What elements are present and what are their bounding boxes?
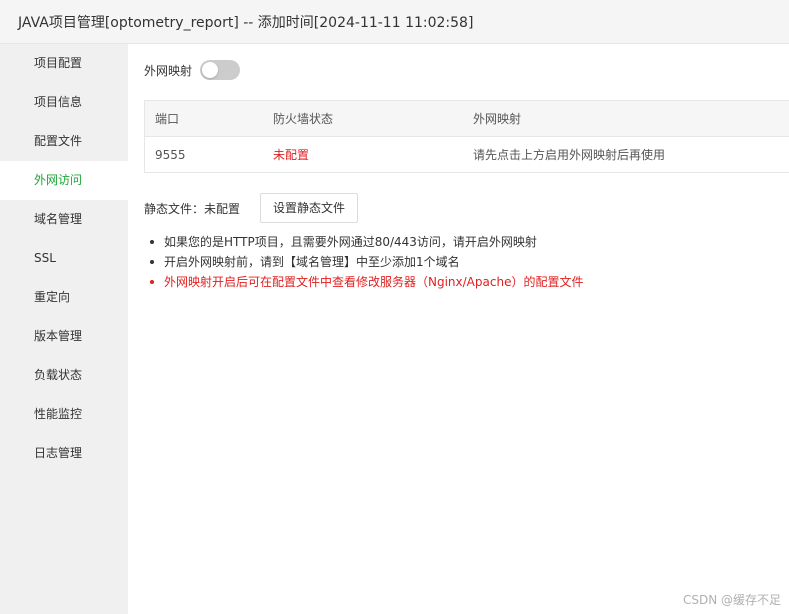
table-header: 端口 防火墙状态 外网映射 xyxy=(145,101,789,137)
sidebar: 项目配置 项目信息 配置文件 外网访问 域名管理 SSL 重定向 版本管理 负载… xyxy=(0,44,128,614)
cell-firewall-status: 未配置 xyxy=(273,148,310,162)
main-panel: 外网映射 端口 防火墙状态 外网映射 9555 未配置 请先点击上方启用外网映射… xyxy=(128,44,789,614)
set-static-files-button[interactable]: 设置静态文件 xyxy=(260,193,359,223)
external-mapping-toggle-row: 外网映射 xyxy=(144,60,241,80)
cell-mapping-hint: 请先点击上方启用外网映射后再使用 xyxy=(473,148,666,162)
list-item: 外网映射开启后可在配置文件中查看修改服务器（Nginx/Apache）的配置文件 xyxy=(148,272,583,292)
watermark: CSDN @缓存不足 xyxy=(682,593,781,607)
cell-port: 9555 xyxy=(155,147,186,162)
sidebar-item-redirect[interactable]: 重定向 xyxy=(0,278,128,317)
sidebar-item-log-management[interactable]: 日志管理 xyxy=(0,434,128,473)
sidebar-item-version-management[interactable]: 版本管理 xyxy=(0,317,128,356)
switch-knob xyxy=(202,62,219,78)
sidebar-item-load-status[interactable]: 负载状态 xyxy=(0,356,128,395)
column-header-port: 端口 xyxy=(155,112,180,126)
sidebar-item-ssl[interactable]: SSL xyxy=(0,239,128,278)
static-files-label: 静态文件：未配置 xyxy=(144,201,241,216)
table-row: 9555 未配置 请先点击上方启用外网映射后再使用 xyxy=(145,137,789,172)
sidebar-item-performance-monitor[interactable]: 性能监控 xyxy=(0,395,128,434)
sidebar-item-external-access[interactable]: 外网访问 xyxy=(0,161,128,200)
sidebar-item-project-info[interactable]: 项目信息 xyxy=(0,83,128,122)
external-mapping-switch[interactable] xyxy=(200,60,241,80)
column-header-firewall: 防火墙状态 xyxy=(273,112,334,126)
static-files-row: 静态文件：未配置 设置静态文件 xyxy=(144,193,359,223)
window-title: JAVA项目管理[optometry_report] -- 添加时间[2024-… xyxy=(0,0,789,44)
notes-list: 如果您的是HTTP项目，且需要外网通过80/443访问，请开启外网映射 开启外网… xyxy=(148,232,583,292)
list-item: 如果您的是HTTP项目，且需要外网通过80/443访问，请开启外网映射 xyxy=(148,232,583,252)
sidebar-item-domain-management[interactable]: 域名管理 xyxy=(0,200,128,239)
external-mapping-label: 外网映射 xyxy=(144,63,193,78)
port-table: 端口 防火墙状态 外网映射 9555 未配置 请先点击上方启用外网映射后再使用 xyxy=(144,100,789,173)
column-header-mapping: 外网映射 xyxy=(473,112,522,126)
list-item: 开启外网映射前，请到【域名管理】中至少添加1个域名 xyxy=(148,252,583,272)
sidebar-item-config-file[interactable]: 配置文件 xyxy=(0,122,128,161)
sidebar-item-project-config[interactable]: 项目配置 xyxy=(0,44,128,83)
